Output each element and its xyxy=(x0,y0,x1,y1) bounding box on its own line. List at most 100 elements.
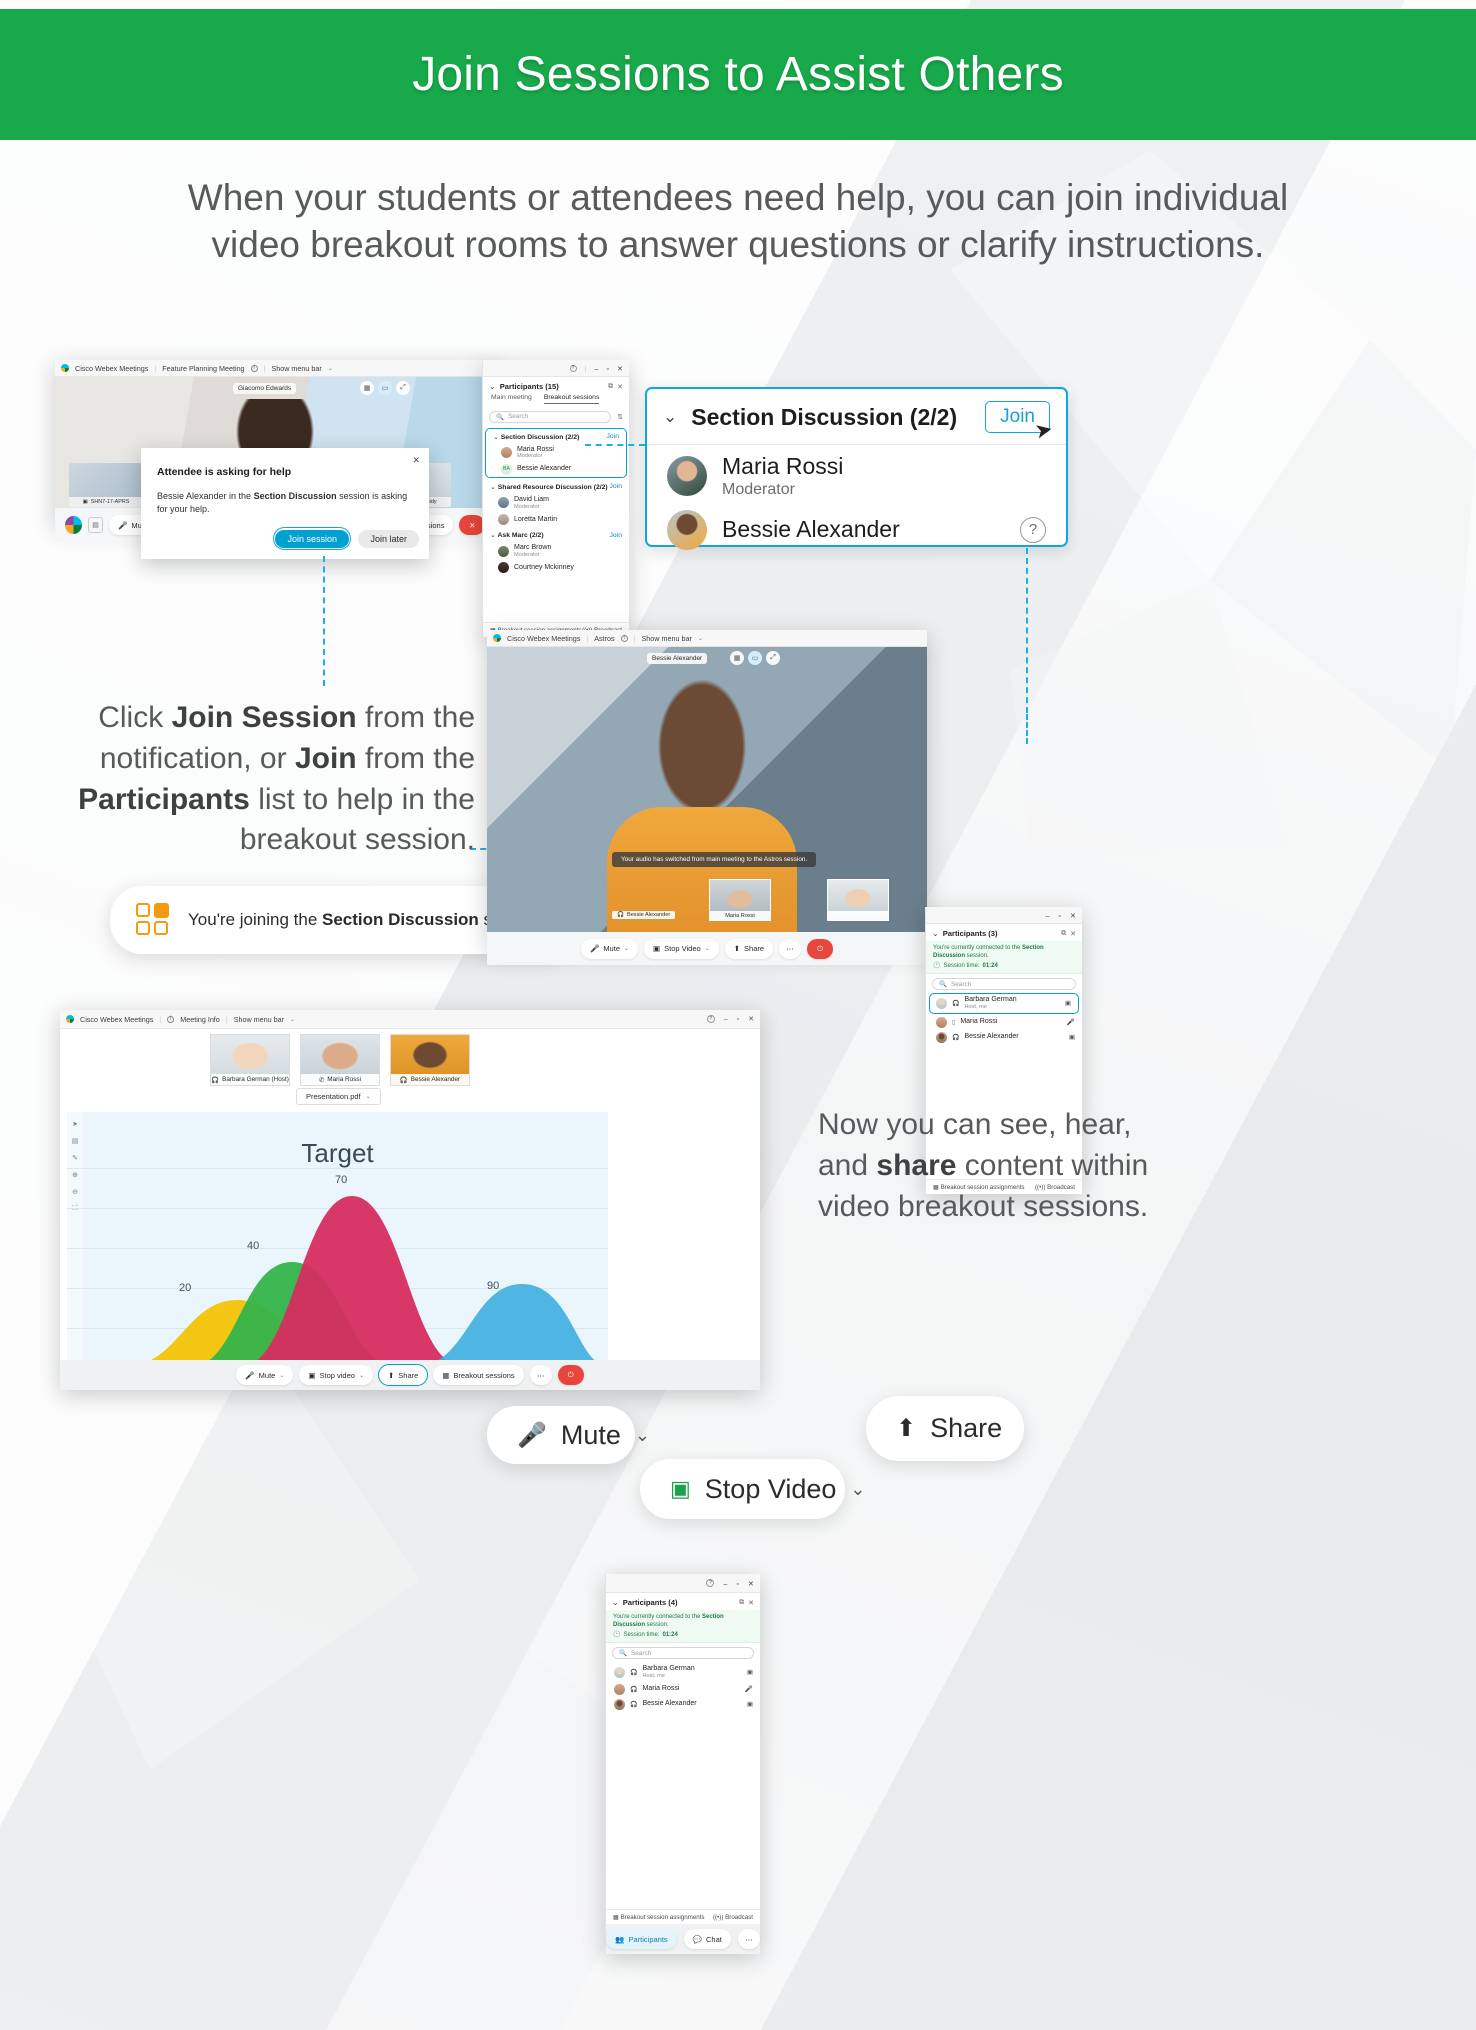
webex-window-breakout-session[interactable]: Cisco Webex Meetings | Astros i | Show m… xyxy=(487,630,927,965)
breakout-assignments-link[interactable]: ▦ Breakout session assignments xyxy=(613,1914,705,1921)
join-session-button[interactable]: Join session xyxy=(275,529,349,548)
chevron-down-icon[interactable]: ⌄ xyxy=(290,1016,295,1023)
join-later-button[interactable]: Join later xyxy=(358,529,419,548)
window1-participants-panel[interactable]: ? | – ▫ ✕ ⌄ Participants (15) ⧉ ✕ Main m… xyxy=(482,360,629,637)
fullscreen-icon[interactable]: ⤢ xyxy=(766,651,780,665)
captions-icon[interactable]: ▤ xyxy=(87,517,104,533)
stage-layout-icon[interactable]: ▭ xyxy=(378,381,392,395)
section-discussion-callout[interactable]: ⌄ Section Discussion (2/2) Join Maria Ro… xyxy=(645,387,1068,550)
chevron-down-icon[interactable]: ⌄ xyxy=(328,365,333,372)
participants-search-input[interactable]: 🔍 Search xyxy=(489,410,612,423)
popout-icon[interactable]: ⧉ xyxy=(1061,930,1066,938)
mute-button[interactable]: 🎤 Mute ⌄ xyxy=(580,938,639,959)
participant-row[interactable]: BA Bessie Alexander xyxy=(486,462,626,477)
join-link[interactable]: Join xyxy=(607,433,619,440)
chevron-down-icon[interactable]: ⌄ xyxy=(490,532,496,539)
video-icon[interactable]: ▣ xyxy=(747,1700,753,1708)
participant-row-barbara[interactable]: 🎧 Barbara German Host, me ▣ xyxy=(606,1663,760,1681)
breakout-group-ask-marc[interactable]: ⌄ Ask Marc (2/2) Join Marc Brown Moderat… xyxy=(483,527,629,575)
close-icon[interactable]: ✕ xyxy=(748,1579,754,1588)
maximize-icon[interactable]: ▫ xyxy=(737,1016,739,1023)
chevron-down-icon[interactable]: ⌄ xyxy=(850,1479,865,1500)
minimize-icon[interactable]: – xyxy=(723,1579,727,1588)
participants-search-input[interactable]: 🔍 Search xyxy=(932,978,1076,991)
help-icon[interactable]: ? xyxy=(706,1579,715,1587)
chevron-down-icon[interactable]: ⌄ xyxy=(624,945,629,952)
maximize-icon[interactable]: ▫ xyxy=(1058,911,1061,920)
chevron-down-icon[interactable]: ⌄ xyxy=(490,484,496,491)
pill-share[interactable]: ⬆ Share xyxy=(866,1396,1024,1461)
participant-row[interactable]: Loretta Martin xyxy=(483,512,629,527)
participant-row-bessie[interactable]: 🎧 Bessie Alexander ▣ xyxy=(926,1030,1082,1045)
pill-mute[interactable]: 🎤 Mute ⌄ xyxy=(487,1406,650,1464)
leave-session-icon[interactable]: ⏻ xyxy=(807,938,834,959)
close-icon[interactable]: ✕ xyxy=(412,455,420,466)
shared-file-tab[interactable]: Presentation.pdf ⌄ xyxy=(296,1088,381,1105)
help-icon[interactable]: ? xyxy=(569,364,577,372)
grid-layout-icon[interactable]: ▦ xyxy=(730,651,744,665)
share-button[interactable]: ⬆ Share xyxy=(377,1364,429,1386)
minimize-icon[interactable]: – xyxy=(724,1016,728,1023)
tab-breakout-sessions[interactable]: Breakout sessions xyxy=(543,394,600,404)
more-icon[interactable]: ⋯ xyxy=(529,1365,552,1385)
broadcast-button[interactable]: ((•)) Broadcast xyxy=(713,1914,753,1921)
stop-video-button[interactable]: ▣ Stop Video ⌄ xyxy=(644,938,719,959)
more-icon[interactable]: ⋯ xyxy=(737,1929,760,1949)
filmstrip-cell[interactable]: ▣ SHN7-17-APRS xyxy=(69,463,143,507)
window3-participants-panel[interactable]: ? – ▫ ✕ ⌄ Participants (4) ⧉ ✕ You're cu… xyxy=(605,1574,760,1954)
stop-video-button[interactable]: ▣ Stop video ⌄ xyxy=(299,1365,373,1385)
window2-show-menu-bar[interactable]: Show menu bar xyxy=(642,634,692,643)
participant-row[interactable]: Courtney Mckinney xyxy=(483,560,629,575)
callout-row-bessie[interactable]: Bessie Alexander ? xyxy=(647,508,1066,559)
join-link[interactable]: Join xyxy=(610,532,622,539)
chevron-down-icon[interactable]: ⌄ xyxy=(612,1598,619,1607)
breakout-sessions-button[interactable]: ▦ Breakout sessions xyxy=(433,1365,524,1385)
breakout-group-section-discussion[interactable]: ⌄ Section Discussion (2/2) Join Maria Ro… xyxy=(485,427,627,478)
close-icon[interactable]: ✕ xyxy=(1070,911,1076,920)
chevron-down-icon[interactable]: ⌄ xyxy=(366,1093,371,1100)
info-icon[interactable]: i xyxy=(620,634,628,642)
video-icon[interactable]: ▣ xyxy=(747,1668,753,1676)
close-icon[interactable]: ✕ xyxy=(748,1599,754,1607)
stage-layout-icon[interactable]: ▭ xyxy=(748,651,762,665)
participant-row[interactable]: Maria Rossi Moderator xyxy=(486,444,626,462)
mic-muted-icon[interactable]: 🎤 xyxy=(1067,1018,1075,1026)
chevron-down-icon[interactable]: ⌄ xyxy=(489,382,496,391)
close-icon[interactable]: ✕ xyxy=(617,364,623,373)
maximize-icon[interactable]: ▫ xyxy=(736,1579,739,1588)
participant-row[interactable]: Marc Brown Moderator xyxy=(483,542,629,560)
leave-session-icon[interactable]: ⏻ xyxy=(557,1365,584,1385)
participant-row-barbara[interactable]: 🎧 Barbara German Host, me ▣ xyxy=(929,993,1079,1014)
chat-tab[interactable]: 💬 Chat xyxy=(683,1929,731,1949)
chevron-down-icon[interactable]: ⌄ xyxy=(932,929,939,938)
help-icon[interactable]: ? xyxy=(706,1015,715,1023)
info-icon[interactable]: i xyxy=(167,1015,175,1023)
share-button[interactable]: ⬆ Share xyxy=(724,938,774,959)
pip-maria-rossi[interactable]: Maria Rossi xyxy=(709,879,771,921)
chevron-down-icon[interactable]: ⌄ xyxy=(663,407,677,427)
minimize-icon[interactable]: – xyxy=(594,364,598,373)
panel-tabs[interactable]: Main meeting Breakout sessions xyxy=(483,394,629,407)
sort-icon[interactable]: ⇅ xyxy=(617,413,629,421)
tab-main-meeting[interactable]: Main meeting xyxy=(491,394,532,404)
help-question-icon[interactable]: ? xyxy=(1020,516,1046,543)
close-icon[interactable]: ✕ xyxy=(617,383,623,391)
chevron-down-icon[interactable]: ⌄ xyxy=(359,1372,364,1379)
thumb-barbara[interactable]: 🎧 Barbara German (Host) xyxy=(210,1034,290,1086)
close-icon[interactable]: ✕ xyxy=(1070,930,1076,938)
join-link[interactable]: Join xyxy=(610,483,622,490)
attendee-help-dialog[interactable]: ✕ Attendee is asking for help Bessie Ale… xyxy=(141,448,429,559)
minimize-icon[interactable]: – xyxy=(1045,911,1049,920)
window3-show-menu-bar[interactable]: Show menu bar xyxy=(234,1015,284,1024)
group-header[interactable]: ⌄ Section Discussion (2/2) Join xyxy=(486,429,626,444)
pill-stop-video[interactable]: ▣ Stop Video ⌄ xyxy=(640,1459,866,1519)
fullscreen-icon[interactable]: ⤢ xyxy=(396,381,410,395)
participant-row[interactable]: David Liam Moderator xyxy=(483,494,629,512)
breakout-group-shared-resource[interactable]: ⌄ Shared Resource Discussion (2/2) Join … xyxy=(483,479,629,527)
more-icon[interactable]: ⋯ xyxy=(779,938,802,959)
chevron-down-icon[interactable]: ⌄ xyxy=(698,635,703,642)
close-icon[interactable]: ✕ xyxy=(748,1015,754,1023)
assistant-icon[interactable] xyxy=(65,516,82,534)
thumb-maria[interactable]: ✆ Maria Rossi xyxy=(300,1034,380,1086)
video-icon[interactable]: ▣ xyxy=(1069,1033,1075,1041)
